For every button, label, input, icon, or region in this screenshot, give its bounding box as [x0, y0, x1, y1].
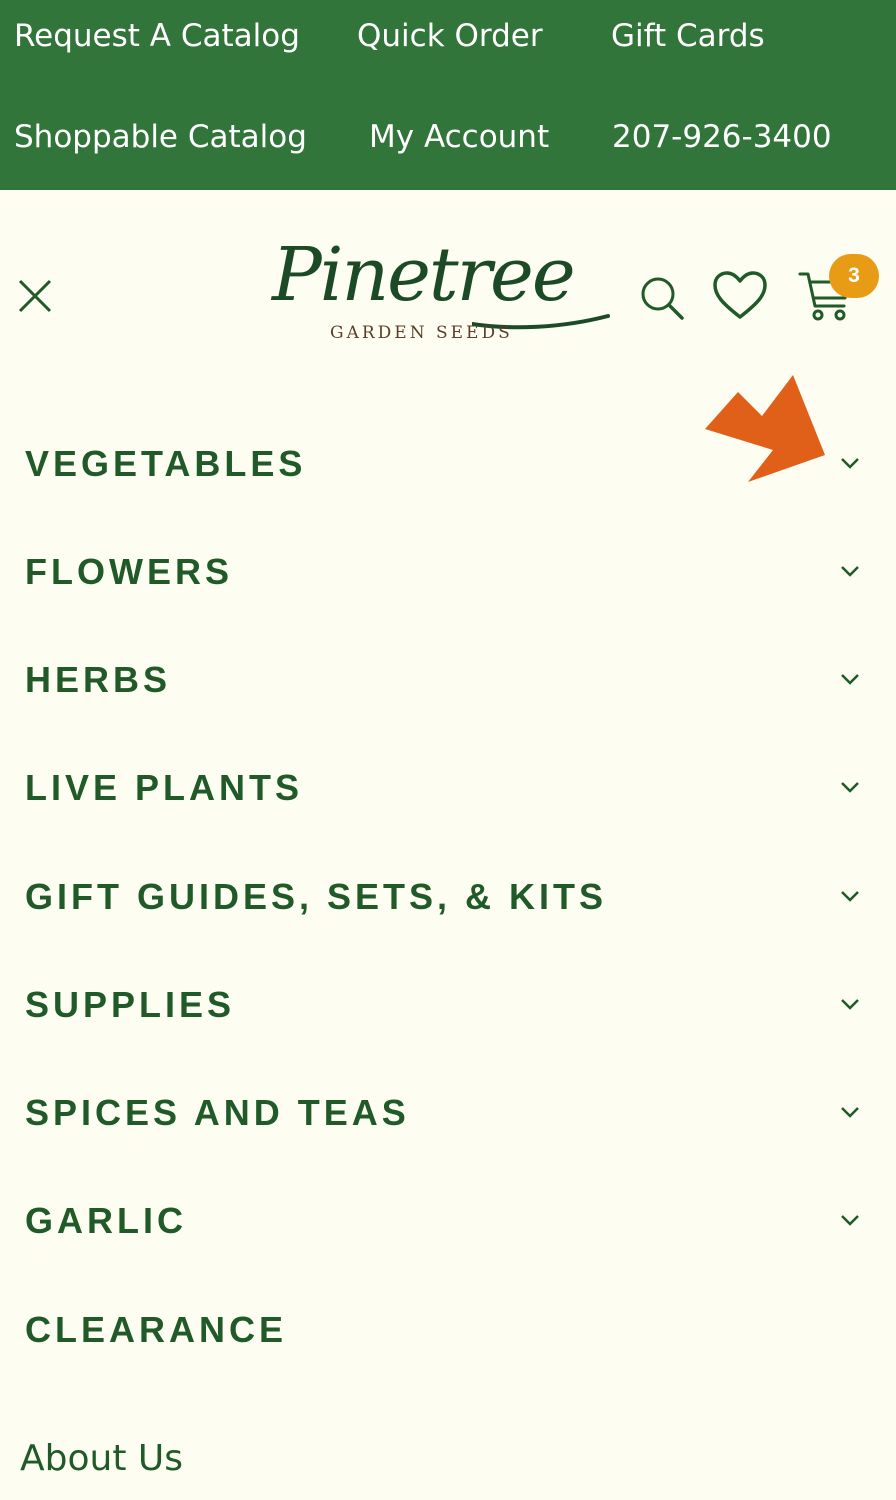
- pinetree-logo[interactable]: Pinetree GARDEN SEEDS: [272, 238, 612, 345]
- phone-link[interactable]: 207-926-3400: [612, 119, 832, 155]
- request-catalog-link[interactable]: Request A Catalog: [14, 18, 300, 54]
- menu-item-label: LIVE PLANTS: [25, 767, 304, 808]
- chevron-down-icon[interactable]: [838, 1212, 862, 1228]
- search-icon: [641, 277, 684, 320]
- chevron-down-icon[interactable]: [838, 996, 862, 1012]
- shoppable-catalog-link[interactable]: Shoppable Catalog: [14, 119, 307, 155]
- wishlist-button[interactable]: [712, 270, 768, 327]
- close-menu-button[interactable]: [14, 275, 56, 317]
- menu-item-flowers[interactable]: FLOWERS: [0, 520, 896, 620]
- menu-item-clearance[interactable]: CLEARANCE: [0, 1278, 896, 1378]
- gift-cards-link[interactable]: Gift Cards: [611, 18, 765, 54]
- chevron-down-icon[interactable]: [838, 455, 862, 471]
- about-us-link[interactable]: About Us: [20, 1438, 183, 1479]
- menu-item-live-plants[interactable]: LIVE PLANTS: [0, 736, 896, 836]
- top-utility-bar: Request A Catalog Quick Order Gift Cards…: [0, 0, 896, 190]
- menu-item-label: FLOWERS: [25, 551, 233, 592]
- menu-item-label: GARLIC: [25, 1200, 187, 1241]
- menu-item-supplies[interactable]: SUPPLIES: [0, 953, 896, 1053]
- close-icon: [18, 279, 52, 313]
- logo-subtext: GARDEN SEEDS: [330, 323, 513, 343]
- menu-item-label: SPICES AND TEAS: [25, 1092, 410, 1133]
- quick-order-link[interactable]: Quick Order: [357, 18, 543, 54]
- menu-item-garlic[interactable]: GARLIC: [0, 1169, 896, 1269]
- menu-item-label: SUPPLIES: [25, 984, 236, 1025]
- chevron-down-icon[interactable]: [838, 1104, 862, 1120]
- menu-item-label: HERBS: [25, 659, 172, 700]
- chevron-down-icon[interactable]: [838, 779, 862, 795]
- menu-item-label: VEGETABLES: [25, 443, 307, 484]
- menu-item-spices-and-teas[interactable]: SPICES AND TEAS: [0, 1061, 896, 1161]
- chevron-down-icon[interactable]: [838, 671, 862, 687]
- menu-item-herbs[interactable]: HERBS: [0, 628, 896, 728]
- chevron-down-icon[interactable]: [838, 563, 862, 579]
- search-button[interactable]: [638, 274, 686, 327]
- menu-item-label: GIFT GUIDES, SETS, & KITS: [25, 876, 608, 917]
- chevron-down-icon[interactable]: [838, 888, 862, 904]
- menu-item-vegetables[interactable]: VEGETABLES: [0, 412, 896, 512]
- cart-count-badge: 3: [829, 254, 879, 298]
- menu-item-gift-guides[interactable]: GIFT GUIDES, SETS, & KITS: [0, 845, 896, 945]
- heart-icon: [713, 271, 767, 319]
- menu-item-label: CLEARANCE: [25, 1309, 288, 1350]
- logo-wordmark: Pinetree: [272, 232, 576, 318]
- my-account-link[interactable]: My Account: [369, 119, 549, 155]
